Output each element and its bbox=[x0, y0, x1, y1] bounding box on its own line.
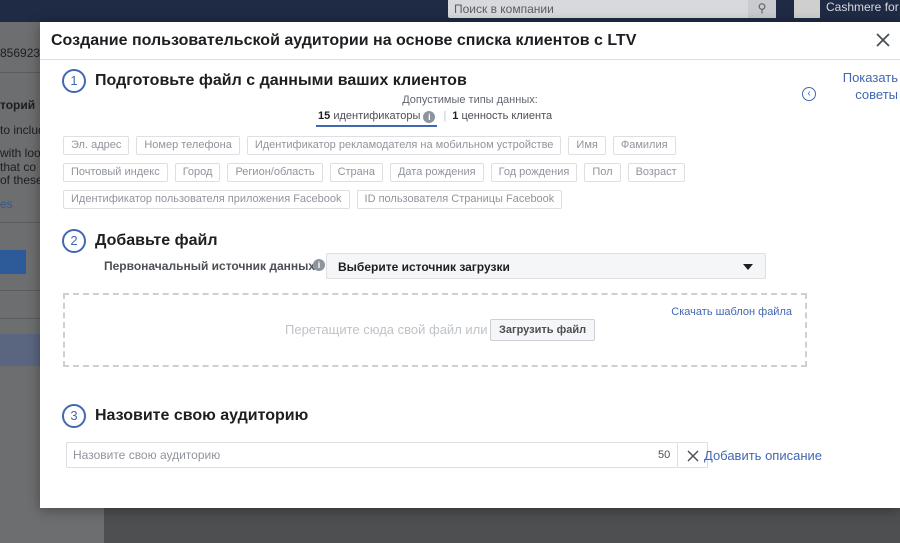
modal-title: Создание пользовательской аудитории на о… bbox=[51, 32, 637, 49]
identifiers-count: 15 bbox=[318, 110, 331, 122]
identifier-chip: Эл. адрес bbox=[63, 136, 130, 155]
show-tips-label-line1: Показать bbox=[842, 70, 898, 85]
step-3-number: 3 bbox=[62, 404, 86, 428]
dropzone-text: Перетащите сюда свой файл или bbox=[285, 322, 488, 337]
modal-header: Создание пользовательской аудитории на о… bbox=[40, 22, 900, 60]
data-types-tabs: 15 идентификаторы i | 1 ценность клиента bbox=[316, 110, 552, 127]
identifier-chip: Страна bbox=[329, 163, 383, 182]
identifier-chip: Идентификатор рекламодателя на мобильном… bbox=[246, 136, 562, 155]
upload-source-select[interactable]: Выберите источник загрузки bbox=[326, 253, 766, 279]
caret-down-icon bbox=[743, 264, 753, 270]
identifier-chip: Регион/область bbox=[227, 163, 323, 182]
identifier-chip: Год рождения bbox=[490, 163, 578, 182]
background-user-name[interactable]: Cashmere for m bbox=[826, 0, 900, 14]
background-fragment: торий bbox=[0, 98, 36, 112]
upload-source-value: Выберите источник загрузки bbox=[338, 260, 510, 274]
custom-audience-modal: Создание пользовательской аудитории на о… bbox=[40, 22, 900, 508]
identifier-chip: Почтовый индекс bbox=[63, 163, 168, 182]
chip-row: Почтовый индекс Город Регион/область Стр… bbox=[63, 163, 753, 182]
identifiers-label: идентификаторы bbox=[333, 110, 421, 122]
download-template-link[interactable]: Скачать шаблон файла bbox=[671, 306, 792, 318]
info-icon[interactable]: i bbox=[313, 259, 325, 271]
tab-divider: | bbox=[443, 110, 447, 122]
background-fragment: to includ bbox=[0, 123, 45, 137]
info-icon[interactable]: i bbox=[423, 111, 436, 123]
file-dropzone[interactable]: Скачать шаблон файла Перетащите сюда сво… bbox=[63, 293, 807, 367]
background-fragment: with loo bbox=[0, 146, 41, 160]
identifier-chips: Эл. адрес Номер телефона Идентификатор р… bbox=[63, 136, 753, 217]
upload-file-button[interactable]: Загрузить файл bbox=[490, 319, 596, 341]
background-fragment: 856923 bbox=[0, 46, 41, 60]
identifier-chip: Идентификатор пользователя приложения Fa… bbox=[63, 190, 350, 209]
data-source-label: Первоначальный источник данных bbox=[104, 259, 316, 273]
step-3-title: Назовите свою аудиторию bbox=[95, 407, 309, 424]
tab-customer-value[interactable]: 1 ценность клиента bbox=[452, 110, 552, 122]
background-main-lower bbox=[104, 508, 900, 543]
identifier-chip: Дата рождения bbox=[389, 163, 484, 182]
identifier-chip: Имя bbox=[568, 136, 606, 155]
chip-row: Идентификатор пользователя приложения Fa… bbox=[63, 190, 753, 209]
close-icon[interactable] bbox=[874, 31, 892, 49]
identifier-chip: ID пользователя Страницы Facebook bbox=[356, 190, 563, 209]
identifier-chip: Пол bbox=[584, 163, 621, 182]
background-fragment: that co bbox=[0, 160, 37, 174]
audience-name-input[interactable] bbox=[66, 442, 678, 468]
ltv-count: 1 bbox=[452, 110, 459, 122]
step-2-title: Добавьте файл bbox=[95, 232, 218, 249]
identifier-chip: Фамилия bbox=[612, 136, 676, 155]
step-1-title: Подготовьте файл с данными ваших клиенто… bbox=[95, 72, 467, 89]
char-limit-counter: 50 bbox=[658, 449, 671, 461]
background-fragment: es bbox=[0, 197, 13, 211]
identifier-chip: Город bbox=[174, 163, 221, 182]
ltv-label: ценность клиента bbox=[461, 110, 553, 122]
add-description-link[interactable]: Добавить описание bbox=[704, 448, 822, 463]
background-blue-button[interactable] bbox=[0, 250, 26, 274]
background-avatar[interactable] bbox=[794, 0, 820, 18]
data-types-caption: Допустимые типы данных: bbox=[402, 94, 538, 106]
background-search-icon[interactable]: ⚲ bbox=[748, 0, 776, 18]
identifier-chip: Номер телефона bbox=[136, 136, 240, 155]
tab-identifiers[interactable]: 15 идентификаторы i bbox=[316, 110, 438, 127]
chip-row: Эл. адрес Номер телефона Идентификатор р… bbox=[63, 136, 753, 155]
step-2-number: 2 bbox=[62, 229, 86, 253]
background-fragment: of these bbox=[0, 173, 43, 187]
background-search-input[interactable]: Поиск в компании bbox=[448, 0, 748, 18]
identifier-chip: Возраст bbox=[627, 163, 685, 182]
step-1-number: 1 bbox=[62, 69, 86, 93]
